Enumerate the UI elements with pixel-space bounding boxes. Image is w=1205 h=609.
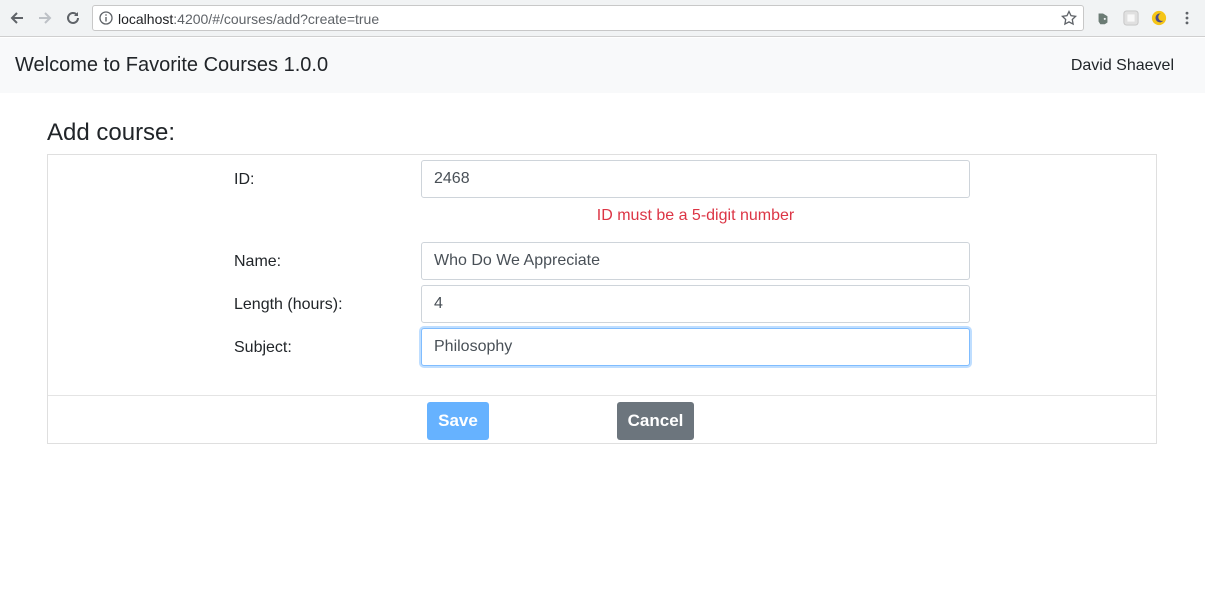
back-arrow-icon	[10, 12, 23, 24]
forward-button[interactable]	[33, 6, 57, 30]
reload-icon	[67, 11, 79, 24]
url-text: localhost:4200/#/courses/add?create=true	[118, 11, 379, 27]
length-label: Length (hours):	[234, 296, 343, 313]
browser-toolbar: localhost:4200/#/courses/add?create=true	[0, 0, 1205, 37]
url-host: localhost	[118, 11, 174, 27]
bookmark-star-icon[interactable]	[1061, 10, 1077, 26]
subject-input[interactable]	[421, 328, 970, 366]
subject-label: Subject:	[234, 339, 292, 356]
evernote-extension-icon[interactable]	[1094, 9, 1112, 27]
url-path: :4200/#/courses/add?create=true	[173, 11, 380, 27]
page-title: Add course:	[47, 119, 176, 146]
cancel-button[interactable]: Cancel	[617, 402, 694, 440]
form-footer: Save Cancel	[48, 395, 1156, 443]
app-navbar: Welcome to Favorite Courses 1.0.0 David …	[0, 38, 1205, 93]
address-bar[interactable]: localhost:4200/#/courses/add?create=true	[92, 5, 1084, 31]
reload-button[interactable]	[61, 6, 85, 30]
name-label: Name:	[234, 253, 282, 270]
id-input[interactable]	[421, 160, 970, 198]
moon-extension-icon[interactable]	[1150, 9, 1168, 27]
add-course-form: ID: ID must be a 5-digit number Name: Le…	[47, 154, 1157, 444]
id-error-message: ID must be a 5-digit number	[596, 207, 795, 224]
back-button[interactable]	[5, 6, 29, 30]
forward-arrow-icon	[39, 12, 52, 24]
extension-grid-icon[interactable]	[1122, 9, 1140, 27]
navbar-brand[interactable]: Welcome to Favorite Courses 1.0.0	[15, 53, 328, 77]
length-input[interactable]	[421, 285, 970, 323]
id-label: ID:	[234, 171, 255, 188]
user-name[interactable]: David Shaevel	[1071, 56, 1174, 76]
browser-menu-icon[interactable]	[1178, 9, 1196, 27]
info-icon[interactable]	[99, 11, 113, 25]
name-input[interactable]	[421, 242, 970, 280]
save-button[interactable]: Save	[427, 402, 489, 440]
